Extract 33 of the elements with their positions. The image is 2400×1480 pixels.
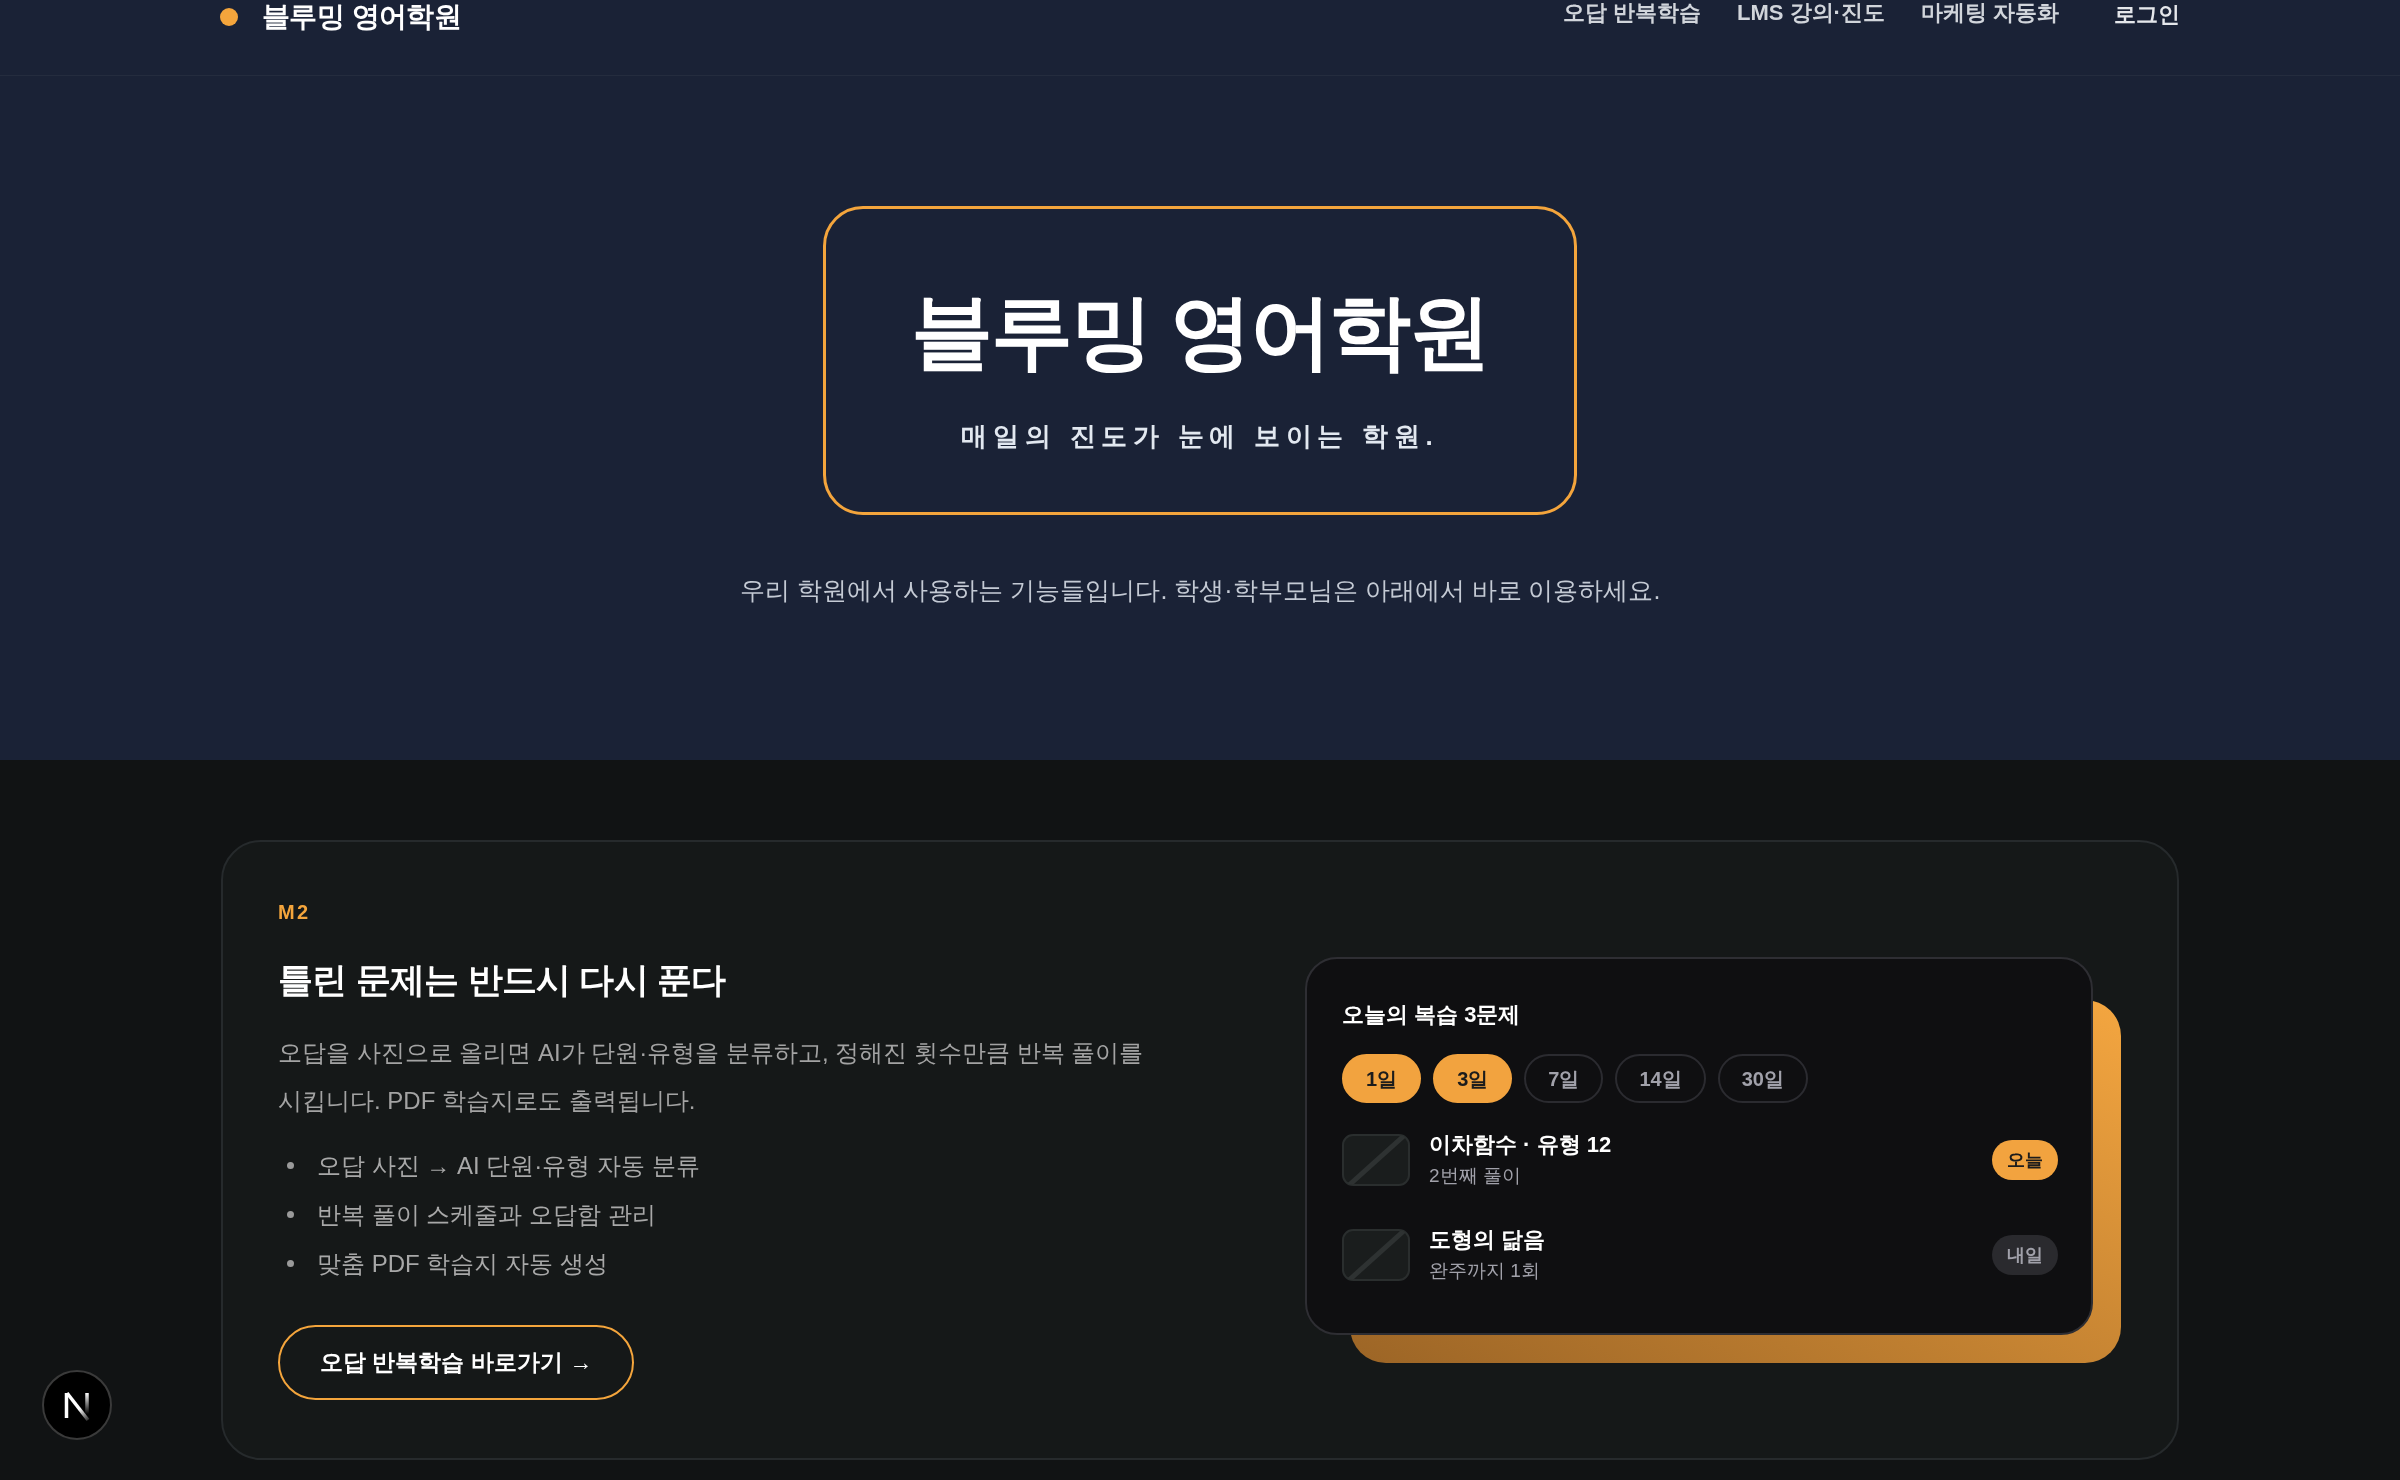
logo-link[interactable]: 블루밍 영어학원 (262, 0, 462, 34)
image-placeholder-icon (1342, 1134, 1410, 1186)
hero-description: 우리 학원에서 사용하는 기능들입니다. 학생·학부모님은 아래에서 바로 이용하세요. (739, 575, 1661, 606)
bullet-icon (287, 1162, 294, 1169)
due-badge: 오늘 (1992, 1140, 2058, 1180)
feature-title: 틀린 문제는 반드시 다시 푼다 (278, 959, 726, 1001)
bullet-icon (287, 1260, 294, 1267)
due-badge: 내일 (1992, 1235, 2058, 1275)
nav-link[interactable]: 오답 반복학습 (1562, 0, 1701, 26)
bullet-text: 반복 풀이 스케줄과 오답함 관리 (317, 1199, 656, 1230)
bullet-text: 맞춤 PDF 학습지 자동 생성 (317, 1248, 608, 1279)
hero-title: 블루밍 영어학원 (911, 284, 1489, 379)
section-tag: M2 (278, 900, 311, 924)
nav-link[interactable]: 마케팅 자동화 (1920, 0, 2059, 26)
bullet-icon (287, 1211, 294, 1218)
interval-chip[interactable]: 3일 (1433, 1054, 1513, 1103)
interval-chip[interactable]: 1일 (1342, 1054, 1422, 1103)
interval-chip[interactable]: 30일 (1717, 1054, 1808, 1103)
item-title: 도형의 닮음 (1429, 1226, 1546, 1254)
feature-description: 오답을 사진으로 올리면 AI가 단원·유형을 분류하고, 정해진 횟수만큼 반복 풀이를 시킵니다. PDF 학습지로도 출력됩니다. (278, 1038, 1145, 1116)
item-subtitle: 완주까지 1회 (1429, 1259, 1541, 1283)
login-link[interactable]: 로그인 (2114, 2, 2180, 28)
interval-chip[interactable]: 14일 (1615, 1054, 1706, 1103)
hero-tagline: 매일의 진도가 눈에 보이는 학원. (961, 419, 1439, 452)
n-logo-icon[interactable] (42, 1370, 112, 1440)
item-title: 이차함수 · 유형 12 (1429, 1131, 1612, 1159)
bullet-text: 오답 사진 → AI 단원·유형 자동 분류 (317, 1150, 700, 1181)
image-placeholder-icon (1342, 1229, 1410, 1281)
item-subtitle: 2번째 풀이 (1429, 1164, 1522, 1188)
cta-button[interactable]: 오답 반복학습 바로가기 → (278, 1325, 635, 1400)
interval-chip[interactable]: 7일 (1524, 1054, 1604, 1103)
nav-link[interactable]: LMS 강의·진도 (1737, 0, 1885, 26)
review-title: 오늘의 복습 3문제 (1342, 1001, 1522, 1029)
